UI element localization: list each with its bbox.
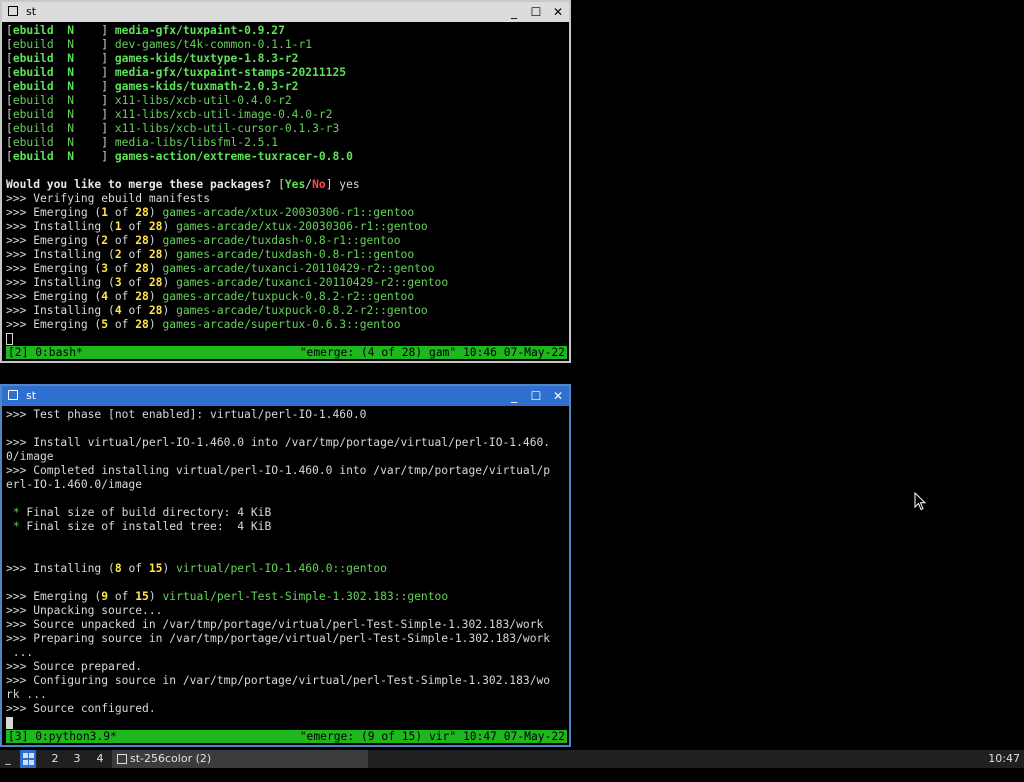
terminal-line: [ebuild N ] games-kids/tuxmath-2.0.3-r2 bbox=[6, 80, 299, 93]
terminal-line: >>> Emerging (4 of 28) games-arcade/tuxp… bbox=[6, 290, 415, 303]
terminal-line: >>> Emerging (3 of 28) games-arcade/tuxa… bbox=[6, 262, 435, 275]
minimize-button[interactable]: _ bbox=[505, 3, 523, 21]
terminal-line: >>> Verifying ebuild manifests bbox=[6, 192, 211, 205]
terminal-output[interactable]: [ebuild N ] media-gfx/tuxpaint-0.9.27 [eb… bbox=[6, 24, 567, 346]
terminal-line: >>> Preparing source in /var/tmp/portage… bbox=[6, 632, 551, 645]
terminal-line: [ebuild N ] media-gfx/tuxpaint-0.9.27 bbox=[6, 24, 285, 37]
terminal-window-2[interactable]: st _ ☐ ✕ >>> Test phase [not enabled]: v… bbox=[0, 384, 571, 747]
terminal-line: [ebuild N ] games-action/extreme-tuxrace… bbox=[6, 150, 353, 163]
terminal-line: >>> Unpacking source... bbox=[6, 604, 163, 617]
clock: 10:47 bbox=[988, 752, 1020, 765]
terminal-line: >>> Source unpacked in /var/tmp/portage/… bbox=[6, 618, 544, 631]
close-button[interactable]: ✕ bbox=[549, 387, 567, 405]
terminal-line: >>> Completed installing virtual/perl-IO… bbox=[6, 464, 551, 477]
terminal-line: >>> Source prepared. bbox=[6, 660, 143, 673]
task-label: st-256color (2) bbox=[130, 752, 212, 765]
terminal-line: >>> Emerging (2 of 28) games-arcade/tuxd… bbox=[6, 234, 401, 247]
minimize-button[interactable]: _ bbox=[505, 387, 523, 405]
tag-3[interactable]: 3 bbox=[66, 750, 88, 768]
layout-indicator[interactable]: _ bbox=[0, 750, 16, 768]
close-button[interactable]: ✕ bbox=[549, 3, 567, 21]
terminal-line: [ebuild N ] games-kids/tuxtype-1.8.3-r2 bbox=[6, 52, 299, 65]
terminal-line: >>> Source configured. bbox=[6, 702, 156, 715]
terminal-line: >>> Configuring source in /var/tmp/porta… bbox=[6, 674, 551, 687]
terminal-line: >>> Installing (1 of 28) games-arcade/xt… bbox=[6, 220, 428, 233]
terminal-line: [ebuild N ] dev-games/t4k-common-0.1.1-r… bbox=[6, 38, 313, 51]
status-right: "emerge: (4 of 28) gam" 10:46 07-May-22 bbox=[299, 346, 565, 359]
title-bar[interactable]: st _ ☐ ✕ bbox=[2, 386, 569, 406]
terminal-line: [ebuild N ] x11-libs/xcb-util-0.4.0-r2 bbox=[6, 94, 292, 107]
terminal-line: >>> Test phase [not enabled]: virtual/pe… bbox=[6, 408, 367, 421]
status-left: [2] 0:bash* bbox=[8, 346, 83, 359]
terminal-line: >>> Installing (2 of 28) games-arcade/tu… bbox=[6, 248, 415, 261]
terminal-line: [ebuild N ] x11-libs/xcb-util-cursor-0.1… bbox=[6, 122, 340, 135]
mouse-pointer-icon bbox=[914, 492, 927, 511]
prompt-line[interactable] bbox=[6, 716, 567, 730]
text-cursor bbox=[6, 717, 13, 729]
terminal-line: >>> Emerging (1 of 28) games-arcade/xtux… bbox=[6, 206, 415, 219]
terminal-output[interactable]: >>> Test phase [not enabled]: virtual/pe… bbox=[6, 408, 567, 730]
terminal-line: Would you like to merge these packages? … bbox=[6, 178, 360, 191]
terminal-line: 0/image bbox=[6, 450, 54, 463]
terminal-line: >>> Installing (4 of 28) games-arcade/tu… bbox=[6, 304, 428, 317]
maximize-button[interactable]: ☐ bbox=[527, 387, 545, 405]
terminal-line: >>> Installing (3 of 28) games-arcade/tu… bbox=[6, 276, 449, 289]
tag-1-grid-icon[interactable] bbox=[20, 750, 36, 768]
terminal-line: >>> Installing (8 of 15) virtual/perl-IO… bbox=[6, 562, 387, 575]
terminal-line: ... bbox=[6, 646, 34, 659]
tmux-status-bar: [2] 0:bash* "emerge: (4 of 28) gam" 10:4… bbox=[6, 346, 567, 359]
terminal-window-1[interactable]: st _ ☐ ✕ [ebuild N ] media-gfx/tuxpaint-… bbox=[0, 0, 571, 363]
window-icon bbox=[117, 754, 127, 764]
text-cursor bbox=[6, 333, 13, 345]
tag-4[interactable]: 4 bbox=[89, 750, 111, 768]
terminal-line: * Final size of build directory: 4 KiB bbox=[12, 506, 272, 519]
terminal-line: [ebuild N ] media-libs/libsfml-2.5.1 bbox=[6, 136, 279, 149]
status-right: "emerge: (9 of 15) vir" 10:47 07-May-22 bbox=[299, 730, 565, 743]
tag-2[interactable]: 2 bbox=[44, 750, 66, 768]
tmux-status-bar: [3] 0:python3.9* "emerge: (9 of 15) vir"… bbox=[6, 730, 567, 743]
terminal-line: >>> Install virtual/perl-IO-1.460.0 into… bbox=[6, 436, 551, 449]
terminal-line: [ebuild N ] x11-libs/xcb-util-image-0.4.… bbox=[6, 108, 333, 121]
title-bar[interactable]: st _ ☐ ✕ bbox=[2, 2, 569, 22]
window-icon[interactable] bbox=[8, 6, 18, 16]
terminal-line: rk ... bbox=[6, 688, 47, 701]
terminal-line: erl-IO-1.460.0/image bbox=[6, 478, 143, 491]
taskbar-task-item[interactable]: st-256color (2) bbox=[112, 750, 368, 768]
maximize-button[interactable]: ☐ bbox=[527, 3, 545, 21]
window-title: st bbox=[26, 5, 37, 18]
prompt-line[interactable] bbox=[6, 332, 567, 346]
taskbar: _ 2 3 4 st-256color (2) 10:47 bbox=[0, 750, 1024, 768]
terminal-line: >>> Emerging (5 of 28) games-arcade/supe… bbox=[6, 318, 401, 331]
status-left: [3] 0:python3.9* bbox=[8, 730, 117, 743]
window-title: st bbox=[26, 389, 37, 402]
terminal-line: >>> Emerging (9 of 15) virtual/perl-Test… bbox=[6, 590, 449, 603]
terminal-line: * Final size of installed tree: 4 KiB bbox=[12, 520, 272, 533]
window-icon[interactable] bbox=[8, 390, 18, 400]
terminal-line: [ebuild N ] media-gfx/tuxpaint-stamps-20… bbox=[6, 66, 347, 79]
